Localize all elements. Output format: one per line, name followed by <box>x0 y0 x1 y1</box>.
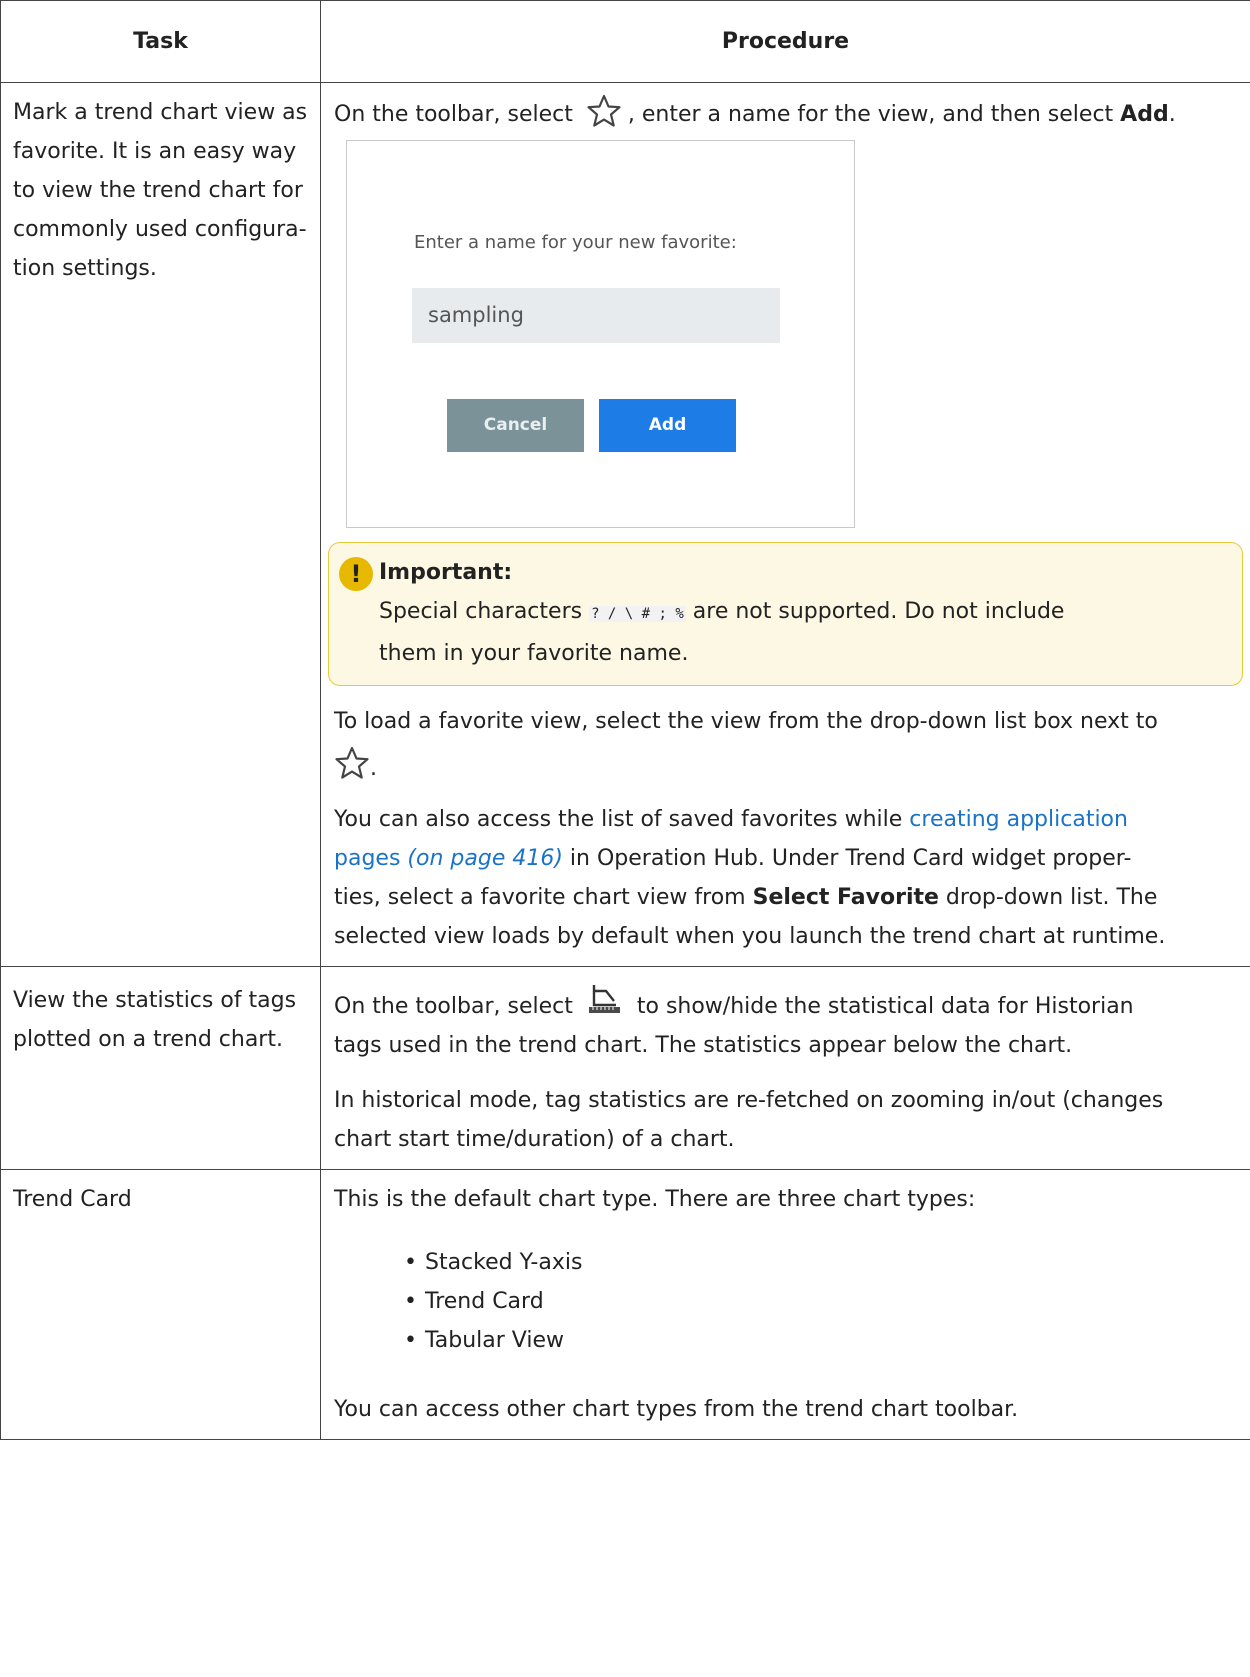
important-text-after: are not supported. Do not include <box>692 599 1065 624</box>
access-mid: in Operation Hub. Under Trend Card widge… <box>569 846 1132 871</box>
statistics-instruction: On the toolbar, select to show/hide the … <box>334 981 1237 1026</box>
task-line: favorite. It is an easy way <box>13 139 297 164</box>
instruction-add-bold: Add <box>1120 102 1169 127</box>
creating-application-link[interactable]: creating application <box>909 807 1128 832</box>
chart-types-outro: You can access other chart types from th… <box>334 1397 1019 1422</box>
statistics-ruler-icon <box>588 985 620 1013</box>
task-cell-trend-card: Trend Card <box>0 1169 321 1440</box>
historical-line2: chart start time/duration) of a chart. <box>334 1127 735 1152</box>
task-line: Trend Card <box>13 1187 132 1212</box>
list-item: Trend Card <box>404 1282 1237 1321</box>
instruction-prefix: On the toolbar, select <box>334 102 573 127</box>
stats-prefix: On the toolbar, select <box>334 994 573 1019</box>
special-characters: ? / \ # ; % <box>589 606 686 622</box>
header-procedure: Procedure <box>320 0 1250 83</box>
table-row: Mark a trend chart view as favorite. It … <box>0 82 1250 967</box>
access-line1: You can also access the list of saved fa… <box>334 800 1237 839</box>
favorite-instruction: On the toolbar, select , enter a name fo… <box>334 93 1237 134</box>
select-favorite-bold: Select Favorite <box>752 885 939 910</box>
chart-types-intro: This is the default chart type. There ar… <box>334 1187 976 1212</box>
access-line3b: drop-down list. The <box>945 885 1158 910</box>
access-line3a: ties, select a favorite chart view from <box>334 885 746 910</box>
access-prefix: You can also access the list of saved fa… <box>334 807 903 832</box>
favorite-dialog-screenshot: Enter a name for your new favorite: samp… <box>346 140 855 528</box>
list-item: Tabular View <box>404 1321 1237 1360</box>
important-text: Special characters ? / \ # ; % are not s… <box>379 592 1222 634</box>
task-procedure-table: Task Procedure Mark a trend chart view a… <box>0 0 1250 1440</box>
procedure-cell-trend-card: This is the default chart type. There ar… <box>320 1169 1250 1440</box>
stats-suffix: to show/hide the statistical data for Hi… <box>636 994 1134 1019</box>
page-reference[interactable]: (on page 416) <box>407 846 563 871</box>
important-callout: ! Important: Special characters ? / \ # … <box>328 542 1243 686</box>
task-line: to view the trend chart for <box>13 178 303 203</box>
procedure-cell-favorite: On the toolbar, select , enter a name fo… <box>320 82 1250 967</box>
important-text-before: Special characters <box>379 599 583 624</box>
task-line: tion settings. <box>13 256 157 281</box>
task-line: Mark a trend chart view as <box>13 100 308 125</box>
task-line: plotted on a trend chart. <box>13 1027 283 1052</box>
table-row: Trend Card This is the default chart typ… <box>0 1169 1250 1440</box>
access-line2: pages (on page 416) in Operation Hub. Un… <box>334 839 1237 878</box>
table-row: View the statistics of tags plotted on a… <box>0 966 1250 1170</box>
task-line: commonly used configura- <box>13 217 307 242</box>
access-line4: selected view loads by default when you … <box>334 924 1166 949</box>
exclamation-icon: ! <box>339 557 373 591</box>
task-cell-favorite: Mark a trend chart view as favorite. It … <box>0 82 321 967</box>
load-favorite-icon-line: . <box>334 741 1237 784</box>
task-cell-statistics: View the statistics of tags plotted on a… <box>0 966 321 1170</box>
favorite-prompt: Enter a name for your new favorite: <box>414 232 737 253</box>
access-line3: ties, select a favorite chart view from … <box>334 878 1237 917</box>
header-task: Task <box>0 0 321 83</box>
pages-link[interactable]: pages <box>334 846 400 871</box>
list-item: Stacked Y-axis <box>404 1243 1237 1282</box>
important-title: Important: <box>379 560 513 585</box>
procedure-cell-statistics: On the toolbar, select to show/hide the … <box>320 966 1250 1170</box>
important-line2: them in your favorite name. <box>379 641 689 666</box>
cancel-button[interactable]: Cancel <box>447 399 584 452</box>
table-header-row: Task Procedure <box>0 0 1250 83</box>
instruction-suffix: , enter a name for the view, and then se… <box>627 102 1114 127</box>
add-button[interactable]: Add <box>599 399 736 452</box>
task-line: View the statistics of tags <box>13 988 297 1013</box>
star-outline-icon <box>587 94 621 127</box>
load-period: . <box>370 756 377 781</box>
stats-line2: tags used in the trend chart. The statis… <box>334 1033 1073 1058</box>
historical-line1: In historical mode, tag statistics are r… <box>334 1088 1164 1113</box>
load-favorite-text: To load a favorite view, select the view… <box>334 709 1158 734</box>
favorite-name-input[interactable]: sampling <box>412 288 780 343</box>
chart-types-list: Stacked Y-axis Trend Card Tabular View <box>404 1243 1237 1360</box>
star-outline-icon <box>335 746 369 779</box>
